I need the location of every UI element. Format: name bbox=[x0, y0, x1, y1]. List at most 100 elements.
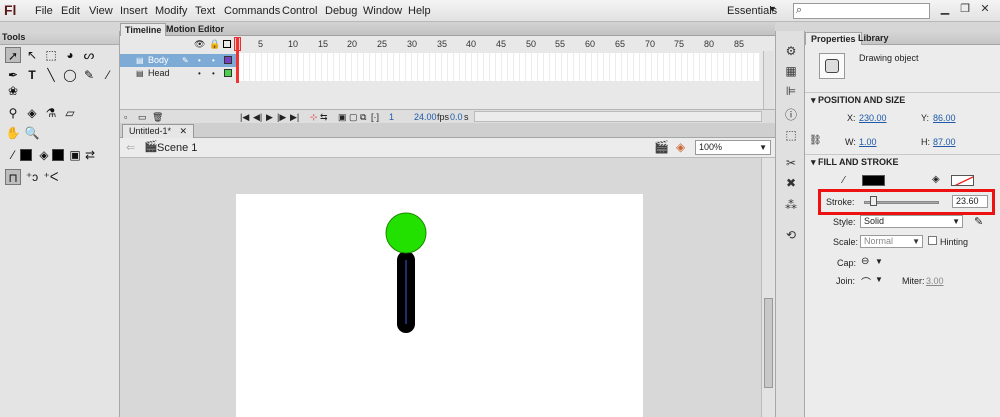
info-icon[interactable]: ⓘ bbox=[783, 107, 799, 123]
align-icon[interactable]: ⊫ bbox=[783, 83, 799, 99]
swap-colors-icon[interactable]: ⇄ bbox=[82, 147, 98, 163]
go-first-frame-icon[interactable]: |◀ bbox=[240, 112, 249, 123]
transform-icon[interactable]: ⬚ bbox=[783, 127, 799, 143]
edit-scene-icon[interactable]: 🎬 bbox=[654, 140, 669, 154]
chevron-down-icon[interactable]: ▼ bbox=[952, 216, 960, 227]
fill-color-icon[interactable]: ◈ bbox=[36, 147, 52, 163]
onion-outline-icon[interactable]: ▢ bbox=[349, 112, 358, 123]
stroke-color-swatch[interactable] bbox=[862, 175, 885, 186]
eye-icon[interactable]: 👁 bbox=[194, 39, 205, 50]
new-folder-icon[interactable]: ▭ bbox=[138, 112, 147, 123]
chevron-down-icon[interactable]: ▼ bbox=[912, 236, 920, 247]
tab-timeline[interactable]: Timeline bbox=[120, 23, 167, 36]
pen-tool-icon[interactable]: ✒ bbox=[5, 67, 21, 83]
x-value[interactable]: 230.00 bbox=[859, 113, 887, 123]
pasteboard[interactable] bbox=[120, 158, 761, 417]
lock-icon[interactable]: 🔒 bbox=[209, 39, 220, 50]
section-position-size[interactable]: ▾ POSITION AND SIZE bbox=[805, 92, 1000, 106]
stage[interactable] bbox=[236, 194, 643, 417]
play-icon[interactable]: ▶ bbox=[266, 112, 273, 123]
selection-tool-icon[interactable]: ➚ bbox=[5, 47, 21, 63]
components-icon[interactable]: ✖ bbox=[783, 175, 799, 191]
snap-to-objects-icon[interactable]: ⁺ͻ bbox=[24, 169, 40, 185]
brush-tool-icon[interactable]: ⁄ bbox=[100, 67, 116, 83]
subselection-tool-icon[interactable]: ↖ bbox=[24, 47, 40, 63]
chevron-down-icon[interactable]: ▼ bbox=[875, 275, 883, 284]
playhead[interactable] bbox=[236, 37, 239, 83]
edit-multiple-frames-icon[interactable]: ⧉ bbox=[360, 112, 366, 123]
3d-rotation-tool-icon[interactable]: ◕ bbox=[62, 47, 78, 63]
document-tab[interactable]: Untitled-1* ✕ bbox=[122, 124, 195, 138]
menu-control[interactable]: Control bbox=[282, 5, 317, 17]
join-round-icon[interactable]: ⌒ bbox=[861, 274, 871, 289]
line-tool-icon[interactable]: ╲ bbox=[43, 67, 59, 83]
menu-window[interactable]: Window bbox=[363, 5, 402, 17]
text-tool-icon[interactable]: T bbox=[24, 67, 40, 83]
bone-tool-icon[interactable]: ⚲ bbox=[5, 105, 21, 121]
hand-tool-icon[interactable]: ✋ bbox=[5, 125, 21, 141]
menu-view[interactable]: View bbox=[89, 5, 113, 17]
timeline-vertical-scrollbar[interactable] bbox=[763, 51, 774, 109]
center-frame-icon[interactable]: ⊹ bbox=[310, 112, 318, 123]
hinting-checkbox[interactable] bbox=[928, 236, 937, 245]
chevron-down-icon[interactable]: ▼ bbox=[768, 4, 777, 14]
color-icon[interactable]: ⚙ bbox=[783, 43, 799, 59]
chevron-down-icon[interactable]: ▼ bbox=[759, 141, 767, 154]
visibility-dot[interactable]: • bbox=[198, 67, 201, 80]
restore-button[interactable]: ❐ bbox=[956, 3, 974, 17]
link-icon[interactable]: ⛓ bbox=[809, 135, 822, 146]
motion-presets-icon[interactable]: ⁂ bbox=[783, 197, 799, 213]
zoom-select[interactable]: 100% ▼ bbox=[695, 140, 771, 155]
menu-insert[interactable]: Insert bbox=[120, 5, 148, 17]
black-white-icon[interactable]: ▣ bbox=[67, 147, 83, 163]
layer-row-body[interactable]: ▤ Body ✎ • • bbox=[120, 54, 237, 67]
menu-edit[interactable]: Edit bbox=[61, 5, 80, 17]
current-frame[interactable]: 1 bbox=[389, 112, 394, 122]
onion-skin-icon[interactable]: ▣ bbox=[338, 112, 347, 123]
swatches-icon[interactable]: ▦ bbox=[783, 63, 799, 79]
code-snippets-icon[interactable]: ✂ bbox=[783, 155, 799, 171]
h-value[interactable]: 87.00 bbox=[933, 137, 956, 147]
w-value[interactable]: 1.00 bbox=[859, 137, 877, 147]
fill-color-swatch[interactable] bbox=[951, 175, 974, 186]
menu-help[interactable]: Help bbox=[408, 5, 431, 17]
fill-color-swatch[interactable] bbox=[52, 149, 64, 161]
scene-name[interactable]: Scene 1 bbox=[157, 142, 197, 154]
chevron-down-icon[interactable]: ▼ bbox=[875, 257, 883, 266]
back-arrow-icon[interactable]: ⇐ bbox=[126, 141, 135, 154]
y-value[interactable]: 86.00 bbox=[933, 113, 956, 123]
section-fill-stroke[interactable]: ▾ FILL AND STROKE bbox=[805, 154, 1000, 168]
lock-dot[interactable]: • bbox=[212, 67, 215, 80]
stage-vertical-scrollbar[interactable] bbox=[761, 158, 775, 417]
straighten-icon[interactable]: ⁺ᐸ bbox=[43, 169, 59, 185]
oval-tool-icon[interactable]: ◯ bbox=[62, 67, 78, 83]
menu-text[interactable]: Text bbox=[195, 5, 215, 17]
cap-round-icon[interactable]: ⊖ bbox=[861, 256, 869, 267]
menu-debug[interactable]: Debug bbox=[325, 5, 357, 17]
visibility-dot[interactable]: • bbox=[198, 54, 201, 67]
edit-symbols-icon[interactable]: ◈ bbox=[676, 140, 685, 154]
timeline-horizontal-scrollbar[interactable] bbox=[474, 111, 762, 122]
scroll-thumb[interactable] bbox=[764, 298, 773, 388]
loop-icon[interactable]: ⇆ bbox=[320, 112, 328, 123]
eraser-tool-icon[interactable]: ▱ bbox=[62, 105, 78, 121]
stroke-color-icon[interactable]: ⁄ bbox=[5, 147, 21, 163]
close-tab-icon[interactable]: ✕ bbox=[180, 126, 188, 136]
eyedropper-tool-icon[interactable]: ⚗ bbox=[43, 105, 59, 121]
step-forward-icon[interactable]: |▶ bbox=[277, 112, 286, 123]
go-last-frame-icon[interactable]: ▶| bbox=[290, 112, 299, 123]
frame-rate[interactable]: 24.00 bbox=[414, 112, 437, 122]
style-select[interactable]: Solid ▼ bbox=[860, 215, 963, 228]
head-shape[interactable] bbox=[385, 212, 427, 254]
step-back-icon[interactable]: ◀| bbox=[253, 112, 262, 123]
help-search-input[interactable]: ⌕ bbox=[793, 3, 930, 19]
history-icon[interactable]: ⟲ bbox=[783, 227, 799, 243]
frame-ruler[interactable]: 5 10 15 20 25 30 35 40 45 50 55 60 65 70… bbox=[237, 39, 775, 51]
pencil-tool-icon[interactable]: ✎ bbox=[81, 67, 97, 83]
menu-file[interactable]: File bbox=[35, 5, 53, 17]
scale-select[interactable]: Normal ▼ bbox=[860, 235, 923, 248]
zoom-tool-icon[interactable]: 🔍 bbox=[24, 125, 40, 141]
frames-grid[interactable] bbox=[237, 53, 760, 81]
menu-commands[interactable]: Commands bbox=[224, 5, 280, 17]
paint-bucket-tool-icon[interactable]: ◈ bbox=[24, 105, 40, 121]
